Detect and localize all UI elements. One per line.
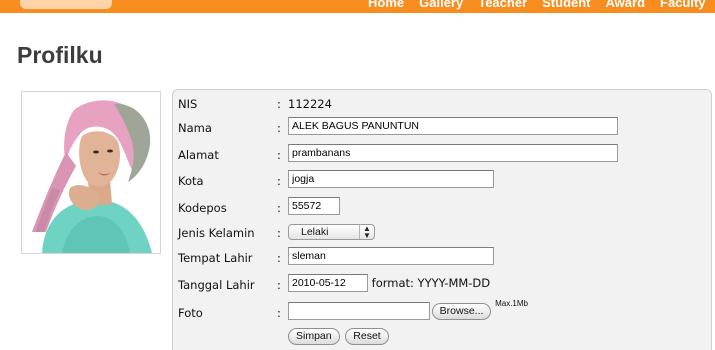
- page-title: Profilku: [17, 42, 103, 68]
- browse-button[interactable]: Browse...: [431, 302, 492, 320]
- nav-logo-tab: [20, 0, 112, 9]
- colon: :: [277, 226, 281, 240]
- foto-path-field[interactable]: [288, 302, 430, 320]
- colon: :: [277, 251, 281, 265]
- page: Home Gallery Teacher Student Award Faculty Pr…: [0, 0, 715, 350]
- nav-link-gallery[interactable]: Gallery: [419, 0, 463, 10]
- colon: :: [277, 148, 281, 162]
- jenis-kelamin-selected: Lelaki: [301, 226, 329, 238]
- max-size-note: Max.1Mb: [495, 299, 528, 308]
- tanggal-lahir-label: Tanggal Lahir: [178, 278, 255, 292]
- profile-photo: [21, 91, 161, 254]
- alamat-label: Alamat: [178, 148, 219, 162]
- nav-link-faculty[interactable]: Faculty: [660, 0, 706, 10]
- kodepos-label: Kodepos: [178, 201, 227, 215]
- top-nav-bar: Home Gallery Teacher Student Award Faculty: [0, 0, 715, 13]
- updown-arrows-icon: ▲ ▼: [359, 225, 374, 240]
- nama-input[interactable]: [288, 117, 618, 135]
- colon: :: [277, 278, 281, 292]
- alamat-input[interactable]: [288, 144, 618, 162]
- date-format-hint: format: YYYY-MM-DD: [371, 276, 491, 290]
- nama-label: Nama: [178, 121, 212, 135]
- colon: :: [277, 174, 281, 188]
- nav-link-award[interactable]: Award: [606, 0, 646, 10]
- colon: :: [277, 97, 281, 111]
- nav-link-home[interactable]: Home: [368, 0, 404, 10]
- kota-label: Kota: [178, 174, 204, 188]
- nav-links: Home Gallery Teacher Student Award Faculty: [368, 0, 715, 10]
- colon: :: [277, 201, 281, 215]
- colon: :: [277, 121, 281, 135]
- nav-link-teacher[interactable]: Teacher: [478, 0, 527, 10]
- nis-label: NIS: [178, 97, 198, 111]
- foto-label: Foto: [178, 306, 203, 320]
- tanggal-lahir-input[interactable]: [288, 274, 368, 292]
- kodepos-input[interactable]: [288, 197, 340, 215]
- jenis-kelamin-label: Jenis Kelamin: [178, 226, 255, 240]
- profile-photo-image: [22, 92, 160, 253]
- nav-link-student[interactable]: Student: [542, 0, 590, 10]
- jenis-kelamin-select[interactable]: Lelaki ▲ ▼: [288, 224, 375, 240]
- simpan-button[interactable]: Simpan: [288, 328, 340, 345]
- tempat-lahir-input[interactable]: [288, 247, 494, 265]
- nis-value: 112224: [288, 97, 332, 111]
- kota-input[interactable]: [288, 170, 494, 188]
- reset-button[interactable]: Reset: [345, 328, 389, 345]
- tempat-lahir-label: Tempat Lahir: [178, 251, 253, 265]
- colon: :: [277, 306, 281, 320]
